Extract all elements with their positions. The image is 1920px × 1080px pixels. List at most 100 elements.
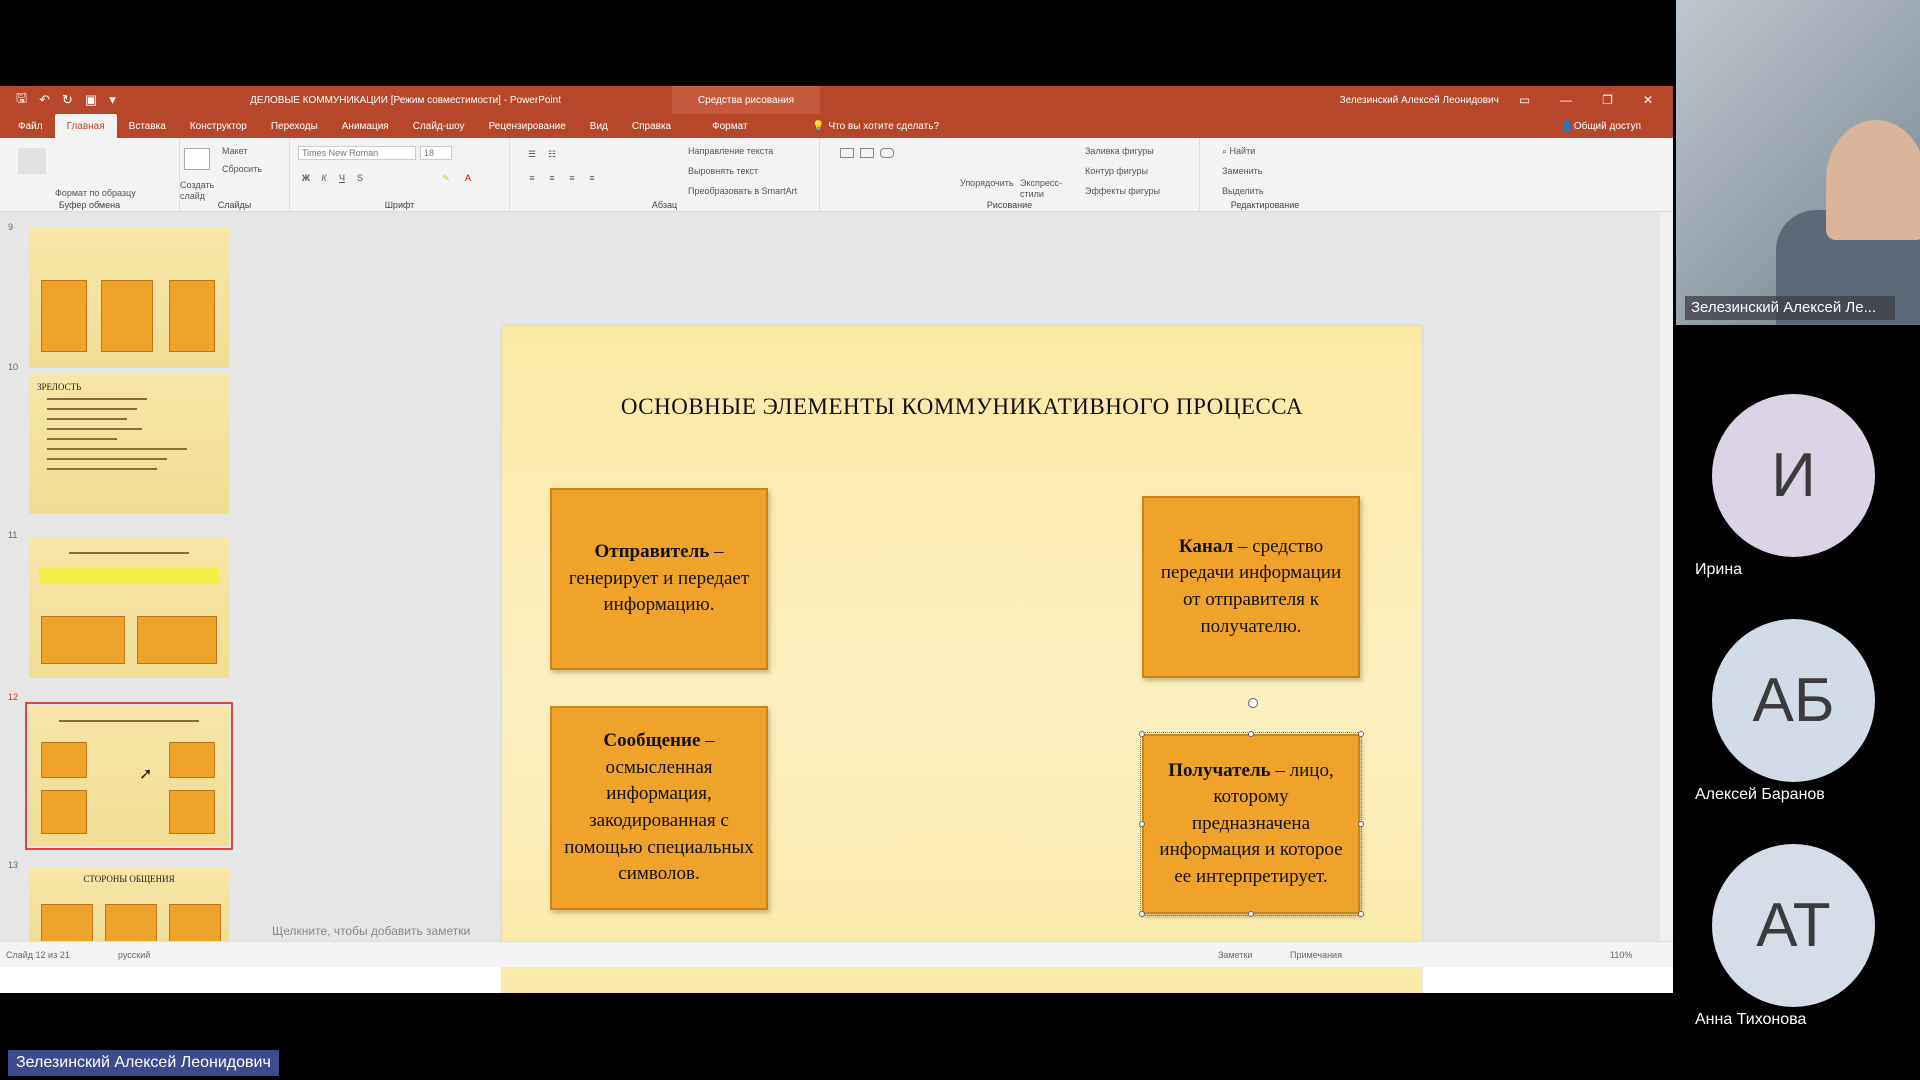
paste-icon[interactable] [18,148,46,174]
tab-transitions[interactable]: Переходы [259,114,330,138]
notes-button[interactable]: Заметки [1218,950,1252,960]
group-editing: ⌕ Найти Заменить Выделить Редактирование [1200,138,1330,212]
italic-icon[interactable]: К [318,172,330,184]
avatar-initials: И [1771,441,1816,510]
ribbon: Формат по образцу Буфер обмена Создать с… [0,138,1673,212]
comments-button[interactable]: Примечания [1290,950,1342,960]
font-color-icon[interactable]: A [462,172,474,184]
numbering-icon[interactable]: ☷ [546,148,558,160]
align-center-icon[interactable]: ≡ [546,172,558,184]
redo-icon[interactable]: ↻ [62,92,73,108]
thumbnail-slide-11[interactable] [29,538,229,678]
person-icon: 👤 [1561,120,1574,132]
customize-icon[interactable]: ▾ [109,92,116,108]
tab-review[interactable]: Рецензирование [477,114,578,138]
thumbnail-slide-12-selected[interactable]: ➚ [25,702,233,850]
layout-button[interactable]: Макет [222,146,247,156]
align-right-icon[interactable]: ≡ [566,172,578,184]
shape-fill-button[interactable]: Заливка фигуры [1085,146,1154,156]
find-label: Найти [1229,146,1256,156]
participant-avatar[interactable]: И [1712,394,1875,557]
resize-handle[interactable] [1358,821,1364,827]
group-label: Слайды [217,200,252,210]
highlight-icon[interactable]: ✎ [440,172,452,184]
slide-canvas[interactable]: ОСНОВНЫЕ ЭЛЕМЕНТЫ КОММУНИКАТИВНОГО ПРОЦЕ… [502,326,1422,993]
zoom-level[interactable]: 110% [1610,950,1632,960]
mouse-cursor-icon: ➚ [139,766,153,783]
bold-icon[interactable]: Ж [300,172,312,184]
tell-me-box[interactable]: 💡 Что вы хотите сделать? [800,114,951,138]
notes-placeholder[interactable]: Щелкните, чтобы добавить заметки [272,924,470,938]
undo-icon[interactable]: ↶ [39,92,50,108]
font-size-input[interactable]: 18 [420,146,452,160]
box-sender-term: Отправитель [594,541,710,563]
thumbnail-slide-9[interactable] [29,228,229,368]
box-channel[interactable]: Канал – средство передачи информации от … [1142,496,1360,678]
resize-handle[interactable] [1358,731,1364,737]
participant-avatar[interactable]: АБ [1712,619,1875,782]
language-indicator[interactable]: русский [118,950,150,960]
share-button[interactable]: 👤 Общий доступ [1549,114,1653,138]
replace-button[interactable]: Заменить [1222,166,1262,176]
group-label: Редактирование [1230,200,1300,210]
rectangle-shape-icon[interactable] [840,148,854,158]
tab-format[interactable]: Формат [700,114,760,138]
resize-handle[interactable] [1139,731,1145,737]
group-drawing: Упорядочить Экспресс-стили Заливка фигур… [820,138,1200,212]
reset-button[interactable]: Сбросить [222,164,262,174]
present-icon[interactable]: ▣ [85,92,97,108]
box-sender[interactable]: Отправитель – генерирует и передает инфо… [550,488,768,670]
format-painter-button[interactable]: Формат по образцу [55,188,136,198]
shape-outline-button[interactable]: Контур фигуры [1085,166,1148,176]
arrange-button[interactable]: Упорядочить [960,178,1020,189]
save-icon[interactable]: 🖫 [16,89,27,111]
bullets-icon[interactable]: ☰ [526,148,538,160]
tab-home[interactable]: Главная [54,114,117,138]
quick-styles-button[interactable]: Экспресс-стили [1020,178,1080,200]
tab-insert[interactable]: Вставка [117,114,178,138]
thumbnail-slide-10[interactable]: ЗРЕЛОСТЬ [29,374,229,514]
resize-handle[interactable] [1139,911,1145,917]
resize-handle[interactable] [1358,911,1364,917]
tab-slideshow[interactable]: Слайд-шоу [401,114,477,138]
close-icon[interactable]: ✕ [1643,93,1653,107]
new-slide-button[interactable]: Создать слайд [180,180,220,202]
restore-icon[interactable]: ❐ [1602,93,1613,107]
group-label: Буфер обмена [58,200,121,210]
font-name-input[interactable]: Times New Roman [298,146,416,160]
new-slide-icon[interactable] [184,148,210,170]
tab-design[interactable]: Конструктор [178,114,259,138]
smartart-button[interactable]: Преобразовать в SmartArt [688,186,797,196]
tab-file[interactable]: Файл [6,114,55,138]
underline-icon[interactable]: Ч [336,172,348,184]
tab-animations[interactable]: Анимация [330,114,401,138]
box-message[interactable]: Сообщение – осмысленная информация, зако… [550,706,768,910]
find-button[interactable]: ⌕ Найти [1222,146,1255,157]
shadow-icon[interactable]: S [354,172,366,184]
align-text-button[interactable]: Выровнять текст [688,166,758,176]
shape-effects-button[interactable]: Эффекты фигуры [1085,186,1160,196]
tab-view[interactable]: Вид [578,114,620,138]
justify-icon[interactable]: ≡ [586,172,598,184]
box-receiver-selected[interactable]: Получатель – лицо, которому предназначен… [1140,732,1362,916]
resize-handle[interactable] [1248,731,1254,737]
slide-thumbnails[interactable]: 9 10 ЗРЕЛОСТЬ 11 12 ➚ 13 СТОРОНЫ ОБЩЕНИЯ [0,212,250,967]
resize-handle[interactable] [1139,821,1145,827]
vertical-scrollbar[interactable] [1660,212,1673,967]
rotate-handle-icon[interactable] [1248,698,1258,708]
slide-title[interactable]: ОСНОВНЫЕ ЭЛЕМЕНТЫ КОММУНИКАТИВНОГО ПРОЦЕ… [502,394,1422,420]
rounded-rectangle-shape-icon[interactable] [880,148,894,158]
thumbnail-slide-13[interactable]: СТОРОНЫ ОБЩЕНИЯ [29,868,229,942]
account-user[interactable]: Зелезинский Алексей Леонидович [1340,95,1499,106]
participant-avatar[interactable]: АТ [1712,844,1875,1007]
rectangle-shape-icon[interactable] [860,148,874,158]
minimize-icon[interactable]: — [1560,93,1572,107]
participant-name: Анна Тихонова [1695,1011,1807,1028]
ribbon-display-icon[interactable]: ▭ [1519,93,1530,107]
text-direction-button[interactable]: Направление текста [688,146,773,156]
select-button[interactable]: Выделить [1222,186,1264,196]
tab-help[interactable]: Справка [620,114,683,138]
resize-handle[interactable] [1248,911,1254,917]
group-label: Абзац [651,200,678,210]
align-left-icon[interactable]: ≡ [526,172,538,184]
